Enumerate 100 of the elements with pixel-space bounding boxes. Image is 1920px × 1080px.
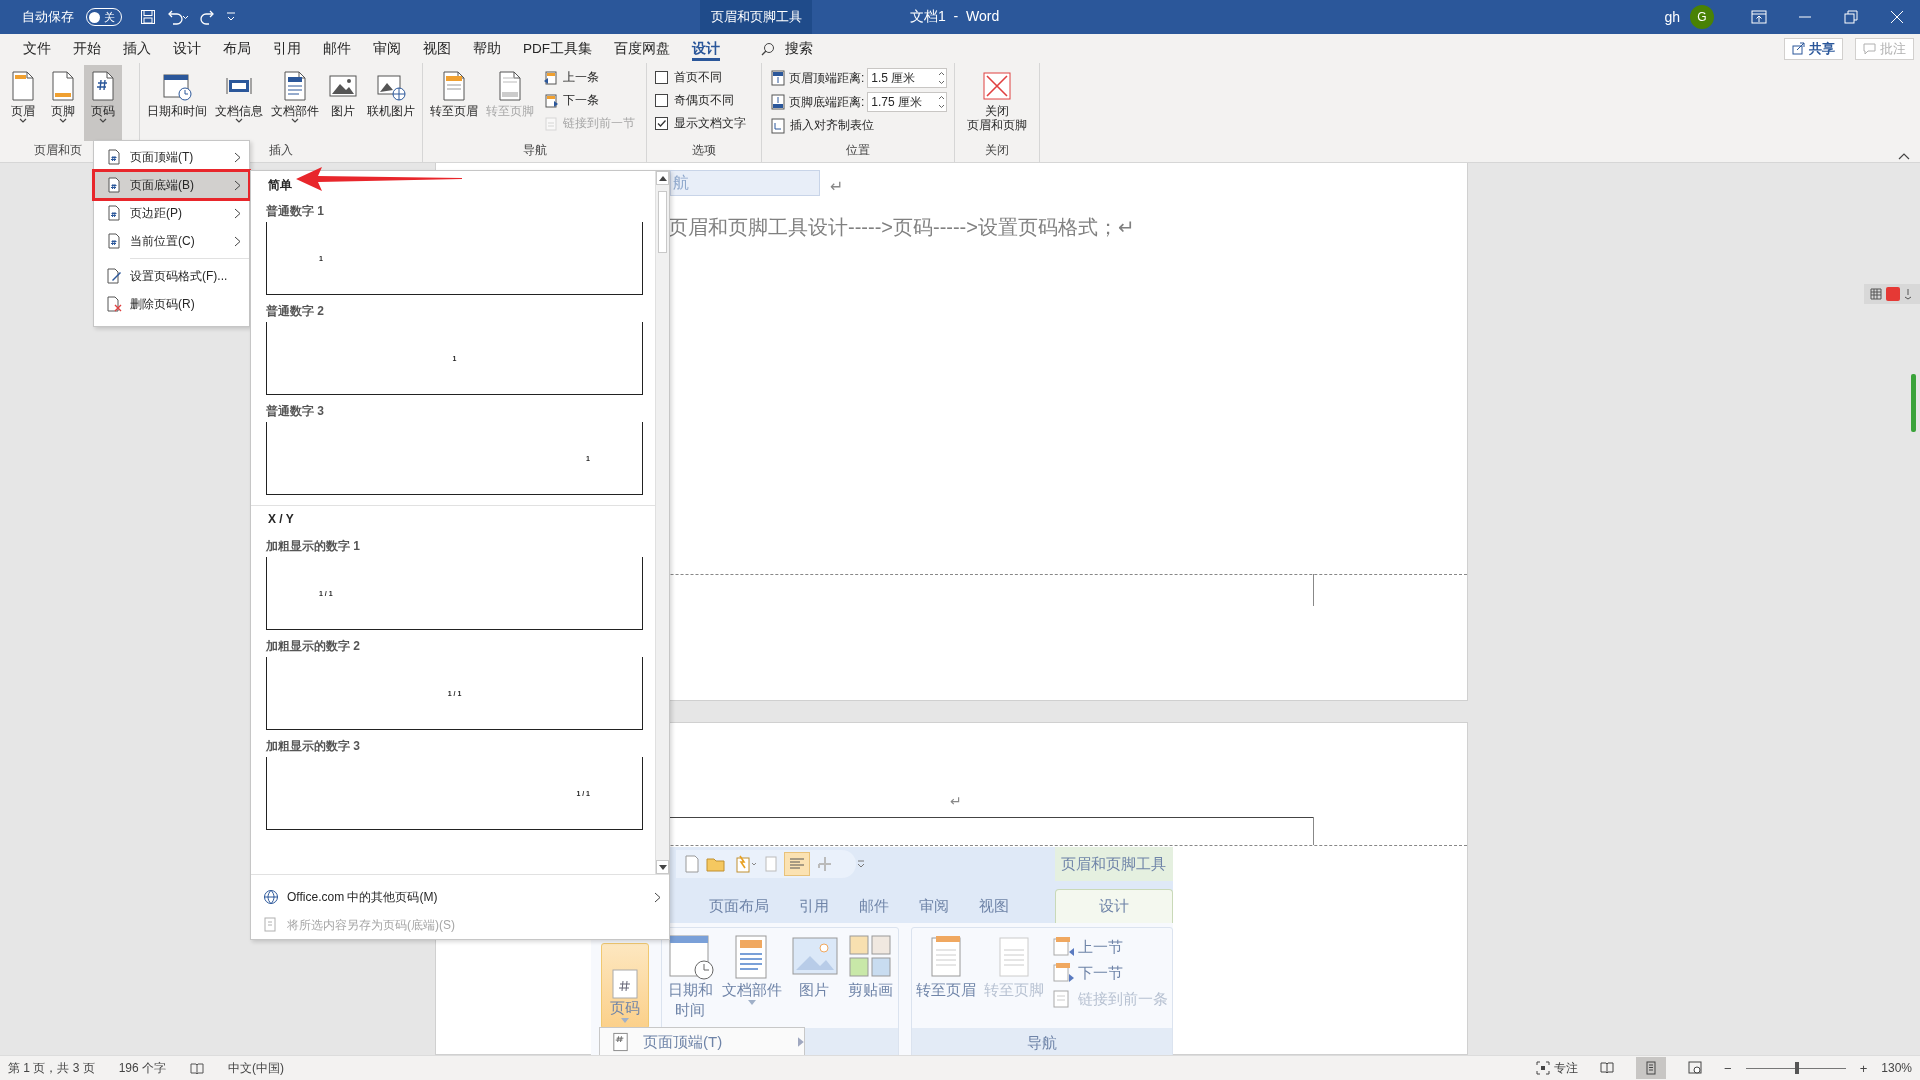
zoom-in-button[interactable]: + (1859, 1060, 1868, 1076)
focus-button[interactable]: 专注 (1536, 1059, 1579, 1077)
ribbon-tab[interactable]: 设计 (681, 34, 731, 63)
chevron-icon (654, 891, 661, 903)
avatar[interactable]: G (1690, 5, 1714, 29)
search-field[interactable]: 搜索 (785, 39, 813, 58)
ribbon-button[interactable]: 文档部件 (268, 65, 322, 141)
page-icon (1052, 962, 1074, 984)
checkbox[interactable] (655, 117, 668, 130)
word-count[interactable]: 196 个字 (118, 1059, 167, 1077)
ribbon-tab[interactable]: 审阅 (362, 34, 412, 63)
ribbon-tab[interactable]: PDF工具集 (512, 34, 603, 63)
table-icon (816, 856, 834, 872)
scroll-down-icon[interactable] (658, 864, 667, 870)
ribbon-tab[interactable]: 插入 (112, 34, 162, 63)
input-method-toolbar[interactable] (1864, 284, 1920, 304)
gallery-item-label: 加粗显示的数字 1 (265, 538, 361, 555)
menu-item[interactable]: Office.com 中的其他页码(M) (251, 883, 669, 911)
ribbon-button[interactable]: 页脚 (44, 65, 82, 141)
button-label: 剪贴画 (847, 980, 893, 1000)
chevron-icon (798, 1037, 804, 1047)
ribbon-tab[interactable]: 设计 (162, 34, 212, 63)
ribbon-tab[interactable]: 开始 (62, 34, 112, 63)
search-icon[interactable] (761, 41, 775, 56)
page-icon (106, 233, 122, 249)
menu-item[interactable]: 当前位置(C) (94, 227, 249, 255)
ribbon-tab[interactable]: 百度网盘 (603, 34, 681, 63)
zoom-out-button[interactable]: − (1724, 1060, 1732, 1076)
print-layout-icon[interactable] (1644, 1061, 1659, 1075)
ribbon-tab[interactable]: 文件 (12, 34, 62, 63)
page-count[interactable]: 第 1 页，共 3 页 (8, 1059, 95, 1077)
share-button[interactable]: 共享 (1784, 37, 1843, 60)
ribbon-button[interactable]: 页眉 (4, 65, 42, 141)
globe-icon (263, 889, 279, 905)
ribbon-button[interactable]: 下一条 (543, 90, 635, 111)
checkbox-label[interactable]: 显示文档文字 (674, 115, 746, 132)
page-icon (106, 268, 122, 284)
spin-field[interactable]: 1.5 厘米 (867, 68, 948, 88)
ribbon-button[interactable]: 关闭 页眉和页脚 (964, 65, 1030, 141)
spin-field[interactable]: 1.75 厘米 (867, 92, 948, 112)
menu-item[interactable]: 设置页码格式(F)... (94, 262, 249, 290)
collapse-ribbon-icon[interactable] (1898, 152, 1910, 160)
context-tab-title: 页眉和页脚工具 (1055, 847, 1173, 881)
ribbon-tab[interactable]: 视图 (412, 34, 462, 63)
tab-stop-icon (770, 117, 786, 134)
proofing-icon[interactable] (190, 1062, 205, 1074)
header-distance-icon (770, 70, 786, 86)
checkbox[interactable] (655, 94, 668, 107)
ribbon-button[interactable]: 页码 (84, 65, 122, 141)
new-document-icon (684, 855, 700, 873)
group-label: 关闭 (985, 142, 1009, 159)
ribbon-button[interactable]: 联机图片 (364, 65, 418, 141)
slider-thumb[interactable] (1794, 1062, 1799, 1074)
checkbox-label[interactable]: 奇偶页不同 (674, 92, 734, 109)
ribbon-button[interactable]: 转至页眉 (427, 65, 481, 141)
body-text: 页眉和页脚工具设计----->页码----->设置页码格式；↵ (668, 215, 1136, 240)
redo-icon[interactable] (200, 9, 216, 25)
gallery-item-label: 普通数字 3 (265, 403, 325, 420)
web-layout-icon[interactable] (1688, 1061, 1703, 1075)
align-left-icon (789, 857, 805, 871)
spin-arrows-icon[interactable] (937, 94, 947, 110)
context-tab-title: 页眉和页脚工具 (700, 0, 812, 34)
undo-icon[interactable] (166, 9, 190, 25)
menu-item[interactable]: 页边距(P) (94, 199, 249, 227)
previous-icon (543, 69, 559, 86)
caret-icon[interactable] (1904, 288, 1912, 300)
checkbox[interactable] (655, 71, 668, 84)
read-mode-icon[interactable] (1600, 1061, 1615, 1075)
tab-label: 引用 (798, 895, 830, 916)
scroll-up-icon[interactable] (658, 175, 667, 181)
ribbon-button[interactable]: 图片 (324, 65, 362, 141)
button-label: 转至页脚 (984, 980, 1044, 1000)
scrollbar-thumb[interactable] (658, 191, 667, 253)
caret-icon (748, 1000, 756, 1006)
menu-item[interactable]: 删除页码(R) (94, 290, 249, 318)
ribbon-button[interactable]: 上一条 (543, 67, 635, 88)
close-icon[interactable] (1889, 9, 1905, 25)
checkbox-label[interactable]: 首页不同 (674, 69, 722, 86)
ribbon-tab[interactable]: 布局 (212, 34, 262, 63)
field-label: 页脚底端距离: (789, 93, 865, 111)
menu-item[interactable]: 页面顶端(T) (94, 143, 249, 171)
customize-icon[interactable] (226, 11, 236, 23)
menu-item[interactable]: 页面底端(B) (94, 171, 249, 199)
group-label: 导航 (912, 1028, 1172, 1055)
ribbon-tab[interactable]: 邮件 (312, 34, 362, 63)
language[interactable]: 中文(中国) (228, 1059, 285, 1077)
ribbon-tab[interactable]: 帮助 (462, 34, 512, 63)
save-icon[interactable] (140, 9, 156, 25)
restore-icon[interactable] (1843, 9, 1859, 25)
spin-arrows-icon[interactable] (937, 70, 947, 86)
side-indicator (1911, 374, 1916, 432)
keyboard-icon[interactable] (1870, 288, 1882, 300)
page-icon (106, 177, 122, 193)
page-icon (106, 296, 122, 312)
zoom-level[interactable]: 130% (1881, 1061, 1912, 1075)
ribbon-display-icon[interactable] (1751, 9, 1767, 25)
ribbon-button[interactable]: 日期和时间 (144, 65, 210, 141)
gallery-item-label: 加粗显示的数字 3 (265, 738, 361, 755)
ribbon-tab[interactable]: 引用 (262, 34, 312, 63)
ribbon-button[interactable]: 插入对齐制表位 (770, 115, 948, 136)
